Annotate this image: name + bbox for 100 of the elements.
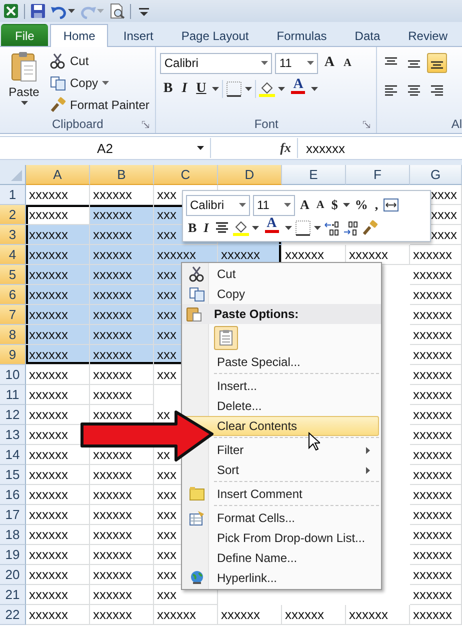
table-cell: xxxxxx: [90, 485, 154, 505]
table-cell: xxxxxx: [90, 545, 154, 565]
menu-item[interactable]: Clear Contents: [184, 416, 379, 436]
row-header[interactable]: 16: [0, 485, 26, 505]
table-cell: xxxxxx: [410, 545, 462, 565]
row-header[interactable]: 18: [0, 525, 26, 545]
row-header[interactable]: 12: [0, 405, 26, 425]
row-header[interactable]: 9: [0, 345, 26, 365]
insert-function-button[interactable]: fx: [211, 138, 298, 158]
decrease-decimal-icon[interactable]: [342, 220, 359, 236]
row-header[interactable]: 17: [0, 505, 26, 525]
format-painter-button[interactable]: Format Painter: [48, 95, 152, 114]
grow-font-button[interactable]: A: [298, 197, 312, 213]
row-header[interactable]: 3: [0, 225, 26, 245]
table-cell: xxxxxx: [410, 305, 462, 325]
column-header[interactable]: G: [410, 165, 462, 185]
row-header[interactable]: 5: [0, 265, 26, 285]
ribbon-tab[interactable]: Insert: [110, 24, 166, 46]
increase-decimal-icon[interactable]: [324, 220, 340, 236]
currency-button[interactable]: $: [329, 197, 340, 213]
row-header[interactable]: 22: [0, 605, 26, 625]
cut-button[interactable]: Cut: [48, 51, 152, 70]
excel-logo-icon[interactable]: [3, 3, 19, 19]
table-cell: xxxxxx: [410, 465, 462, 485]
column-header[interactable]: F: [346, 165, 410, 185]
percent-button[interactable]: %: [352, 197, 370, 213]
copy-button[interactable]: Copy: [48, 73, 152, 92]
ribbon-tab[interactable]: Home: [50, 24, 108, 47]
launcher-icon[interactable]: [142, 121, 150, 128]
paste-button[interactable]: Paste: [4, 51, 44, 115]
print-preview-icon[interactable]: [109, 3, 125, 19]
font-color-button[interactable]: A: [288, 79, 308, 99]
bold-button[interactable]: B: [160, 79, 176, 99]
caret-icon[interactable]: [278, 87, 286, 91]
paste-option-button[interactable]: [214, 326, 238, 350]
caret-icon[interactable]: [314, 226, 321, 230]
row-header[interactable]: 20: [0, 565, 26, 585]
row-header[interactable]: 13: [0, 425, 26, 445]
font-name-field[interactable]: Calibri: [186, 194, 250, 216]
format-painter-icon[interactable]: [362, 220, 378, 236]
borders-icon[interactable]: [294, 220, 311, 236]
fill-color-icon[interactable]: [232, 220, 249, 236]
merge-center-icon[interactable]: [383, 197, 400, 213]
name-box[interactable]: A2: [97, 140, 113, 156]
caret-icon[interactable]: [342, 203, 350, 207]
caret-icon[interactable]: [245, 87, 252, 91]
table-cell: xxxxxx: [26, 545, 90, 565]
caret-icon[interactable]: [311, 87, 318, 91]
font-size-field[interactable]: 11: [275, 52, 318, 74]
row-header[interactable]: 10: [0, 365, 26, 385]
row-header[interactable]: 4: [0, 245, 26, 265]
shrink-font-button[interactable]: A: [314, 199, 326, 211]
underline-button[interactable]: U: [193, 79, 210, 99]
row-header[interactable]: 1: [0, 185, 26, 205]
caret-icon[interactable]: [252, 226, 259, 230]
ribbon-tab[interactable]: Page Layout: [168, 24, 262, 46]
caret-icon[interactable]: [284, 226, 292, 230]
launcher-icon[interactable]: [363, 121, 370, 128]
fill-color-icon[interactable]: [259, 81, 276, 97]
table-cell: xxxxxx: [90, 365, 154, 385]
column-header[interactable]: A: [26, 165, 90, 185]
valign-bottom-button[interactable]: [427, 53, 448, 73]
row-header[interactable]: 19: [0, 545, 26, 565]
center-align-icon[interactable]: [214, 220, 230, 236]
borders-icon[interactable]: [226, 81, 242, 97]
save-icon[interactable]: [30, 3, 46, 19]
row-header[interactable]: 15: [0, 465, 26, 485]
row-header[interactable]: 21: [0, 585, 26, 605]
caret-icon[interactable]: [68, 9, 75, 13]
table-cell: xxxxxx: [90, 285, 154, 305]
row-header[interactable]: 7: [0, 305, 26, 325]
ribbon-tab[interactable]: Review: [395, 24, 460, 46]
submenu-arrow-icon: [366, 447, 370, 454]
font-name-field[interactable]: Calibri: [160, 52, 272, 74]
table-cell: xxxxxx: [26, 525, 90, 545]
table-cell: xxxxxx: [410, 585, 462, 605]
font-size-field[interactable]: 11: [253, 194, 295, 216]
shrink-font-button[interactable]: A: [340, 53, 354, 73]
formula-field[interactable]: xxxxxx: [298, 140, 345, 156]
caret-icon[interactable]: [197, 146, 204, 150]
ribbon-tab[interactable]: Formulas: [264, 24, 340, 46]
row-header[interactable]: 11: [0, 385, 26, 405]
table-cell: xxxxxx: [410, 605, 462, 625]
italic-button[interactable]: I: [178, 79, 190, 99]
comma-button[interactable]: ,: [372, 197, 380, 213]
file-tab[interactable]: File: [1, 24, 48, 46]
column-header[interactable]: D: [218, 165, 282, 185]
row-header[interactable]: 14: [0, 445, 26, 465]
table-cell: xxxxxx: [154, 605, 218, 625]
caret-icon[interactable]: [212, 87, 220, 91]
row-header[interactable]: 8: [0, 325, 26, 345]
caret-icon: [284, 203, 291, 207]
column-header[interactable]: C: [154, 165, 218, 185]
grow-font-button[interactable]: A: [321, 53, 338, 73]
ribbon-tab[interactable]: Data: [342, 24, 394, 46]
row-header[interactable]: 6: [0, 285, 26, 305]
column-header[interactable]: B: [90, 165, 154, 185]
row-header[interactable]: 2: [0, 205, 26, 225]
font-color-button[interactable]: A: [262, 218, 282, 238]
column-header[interactable]: E: [282, 165, 346, 185]
